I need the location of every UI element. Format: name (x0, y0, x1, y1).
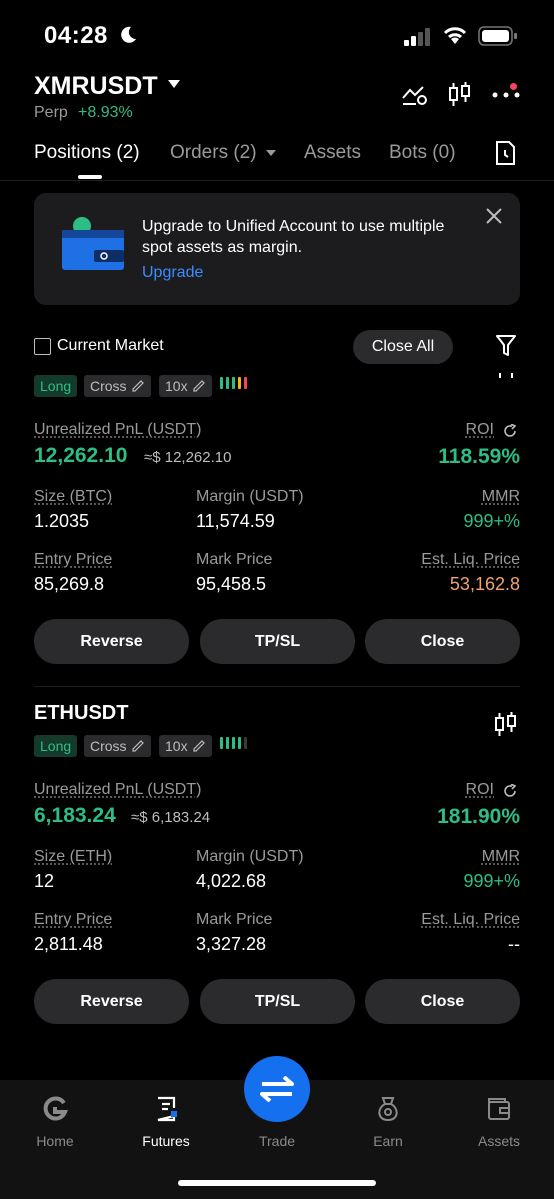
edit-icon[interactable] (193, 380, 205, 392)
nav-earn[interactable]: Earn (333, 1133, 443, 1149)
moon-icon (121, 26, 136, 43)
candlestick-icon[interactable] (448, 82, 472, 108)
price-change: +8.93% (78, 104, 133, 121)
roi-label[interactable]: ROI (420, 781, 494, 799)
current-market-label: Current Market (57, 337, 164, 354)
mark-price-label: Mark Price (196, 551, 273, 568)
mark-price-value: 95,458.5 (196, 574, 267, 594)
unrealized-pnl-label[interactable]: Unrealized PnL (USDT) (34, 421, 201, 439)
share-icon[interactable] (503, 784, 517, 798)
roi-value: 118.59% (438, 445, 520, 468)
earn-icon[interactable] (375, 1096, 401, 1122)
candlestick-icon[interactable] (496, 373, 516, 379)
mark-price-value: 3,327.28 (196, 934, 267, 954)
tab-positions[interactable]: Positions (2) (34, 142, 140, 164)
chevron-down-icon[interactable] (266, 150, 276, 156)
contract-type: Perp (34, 104, 68, 121)
entry-price-value: 2,811.48 (34, 934, 103, 954)
tab-orders[interactable]: Orders (2) (170, 142, 257, 164)
liq-price-value: -- (508, 934, 520, 954)
entry-price-label[interactable]: Entry Price (34, 551, 112, 569)
divider (0, 180, 554, 181)
swap-icon[interactable] (259, 1076, 295, 1102)
upgrade-link[interactable]: Upgrade (142, 264, 203, 282)
entry-price-value: 85,269.8 (34, 574, 105, 594)
side-badge: Long (34, 375, 78, 397)
notification-dot (510, 83, 517, 90)
divider (34, 686, 520, 687)
size-value: 12 (34, 871, 55, 891)
mmr-value: 999+% (463, 511, 520, 531)
size-label[interactable]: Size (ETH) (34, 848, 112, 866)
mmr-label[interactable]: MMR (420, 848, 520, 866)
margin-label: Margin (USDT) (196, 488, 304, 505)
banner-text: Upgrade to Unified Account to use multip… (142, 218, 445, 256)
home-icon[interactable] (42, 1096, 68, 1122)
size-value: 1.2035 (34, 511, 90, 531)
liq-price-value: 53,162.8 (449, 574, 520, 594)
futures-icon[interactable] (154, 1096, 180, 1122)
mark-price-label: Mark Price (196, 911, 273, 928)
filter-icon[interactable] (495, 334, 517, 358)
mmr-value: 999+% (463, 871, 520, 891)
wifi-icon (443, 27, 467, 44)
roi-value: 181.90% (437, 805, 520, 828)
nav-trade[interactable]: Trade (222, 1133, 332, 1149)
nav-assets[interactable]: Assets (444, 1133, 554, 1149)
mmr-label[interactable]: MMR (420, 488, 520, 506)
nav-home[interactable]: Home (0, 1133, 110, 1149)
candlestick-icon[interactable] (494, 712, 518, 738)
nav-futures[interactable]: Futures (111, 1133, 221, 1149)
unrealized-pnl-value: 12,262.10 (34, 444, 128, 467)
chart-settings-icon[interactable] (402, 84, 428, 106)
status-time: 04:28 (44, 22, 108, 49)
history-icon[interactable] (494, 140, 516, 166)
position-symbol[interactable]: ETHUSDT (34, 702, 128, 725)
wallet-icon[interactable] (486, 1096, 512, 1122)
margin-mode-label: Cross (90, 738, 127, 754)
reverse-button[interactable]: Reverse (34, 979, 189, 1024)
unrealized-pnl-label[interactable]: Unrealized PnL (USDT) (34, 781, 201, 799)
close-all-button[interactable]: Close All (353, 330, 453, 364)
tab-indicator (78, 175, 102, 179)
tab-assets[interactable]: Assets (304, 142, 361, 164)
close-position-button[interactable]: Close (365, 619, 520, 664)
share-icon[interactable] (503, 424, 517, 438)
home-indicator (178, 1180, 376, 1186)
chevron-down-icon[interactable] (168, 80, 180, 88)
reverse-button[interactable]: Reverse (34, 619, 189, 664)
risk-level-bars (220, 377, 247, 389)
size-label[interactable]: Size (BTC) (34, 488, 112, 506)
pnl-approx-value: ≈$ 6,183.24 (131, 809, 211, 826)
battery-icon (478, 26, 517, 46)
edit-icon[interactable] (193, 740, 205, 752)
wallet-icon (62, 217, 124, 270)
margin-label: Margin (USDT) (196, 848, 304, 865)
margin-mode-label: Cross (90, 378, 127, 394)
pnl-approx-value: ≈$ 12,262.10 (144, 449, 232, 466)
liq-price-label[interactable]: Est. Liq. Price (380, 911, 520, 929)
signal-icon (404, 28, 430, 46)
edit-icon[interactable] (132, 380, 144, 392)
close-position-button[interactable]: Close (365, 979, 520, 1024)
more-icon[interactable] (492, 92, 520, 98)
current-market-checkbox[interactable] (34, 338, 51, 355)
side-badge: Long (34, 735, 78, 757)
entry-price-label[interactable]: Entry Price (34, 911, 112, 929)
leverage-label: 10x (165, 738, 188, 754)
close-icon[interactable] (486, 208, 502, 224)
pair-title[interactable]: XMRUSDT (34, 72, 158, 101)
risk-level-bars (220, 737, 247, 749)
tab-bots[interactable]: Bots (0) (389, 142, 456, 164)
edit-icon[interactable] (132, 740, 144, 752)
margin-value: 4,022.68 (196, 871, 267, 891)
tpsl-button[interactable]: TP/SL (200, 619, 355, 664)
tpsl-button[interactable]: TP/SL (200, 979, 355, 1024)
leverage-label: 10x (165, 378, 188, 394)
margin-value: 11,574.59 (196, 511, 275, 531)
liq-price-label[interactable]: Est. Liq. Price (380, 551, 520, 569)
unrealized-pnl-value: 6,183.24 (34, 804, 116, 827)
roi-label[interactable]: ROI (420, 421, 494, 439)
